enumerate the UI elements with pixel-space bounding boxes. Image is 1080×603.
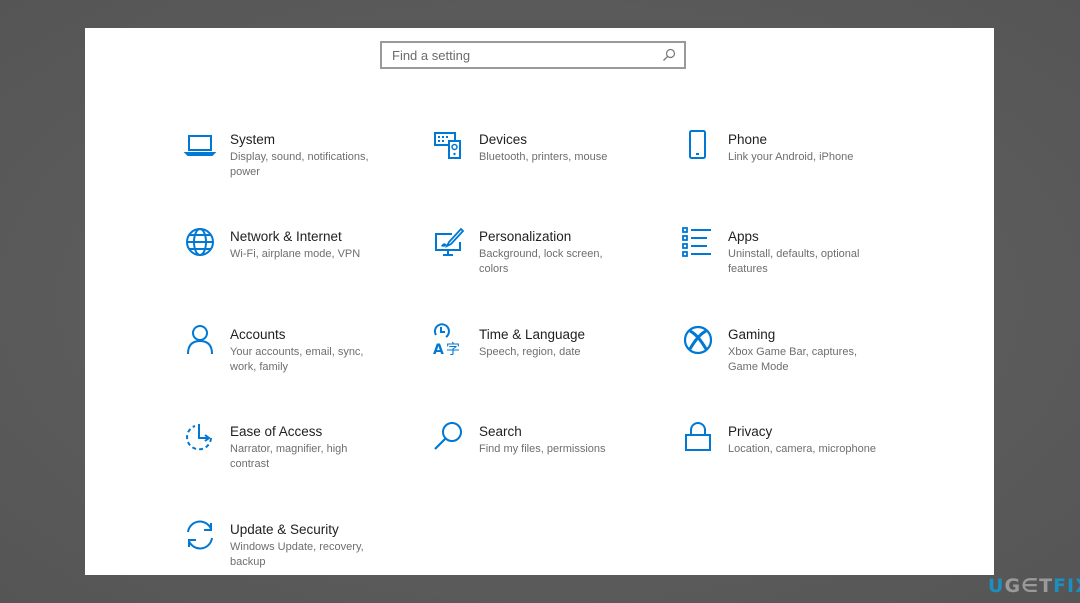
xbox-icon: [681, 323, 715, 357]
tile-description: Background, lock screen, colors: [479, 248, 603, 275]
watermark-part: ∈: [1021, 575, 1040, 597]
watermark-part: U: [988, 575, 1005, 597]
tile-apps[interactable]: Apps Uninstall, defaults, optional featur…: [681, 225, 911, 298]
tile-gaming[interactable]: Gaming Xbox Game Bar, captures, Game Mode: [681, 323, 911, 396]
watermark-part: T: [1039, 575, 1054, 597]
tile-title: Accounts: [230, 327, 286, 342]
tile-description: Find my files, permissions: [479, 443, 606, 455]
search-box[interactable]: [380, 41, 686, 69]
search-icon[interactable]: [662, 48, 676, 62]
watermark-part: G: [1004, 575, 1022, 597]
tile-privacy[interactable]: Privacy Location, camera, microphone: [681, 420, 911, 493]
tile-title: System: [230, 132, 276, 147]
tile-personalization[interactable]: Personalization Background, lock screen, …: [432, 225, 662, 298]
search-input[interactable]: [392, 47, 662, 63]
apps-list-icon: [681, 225, 715, 259]
lock-icon: [681, 420, 715, 454]
tile-title: Devices: [479, 132, 528, 147]
tile-title: Search: [479, 424, 522, 439]
ugetfix-watermark: UG∈TFIX: [988, 575, 1080, 597]
globe-icon: [183, 225, 217, 259]
phone-icon: [681, 128, 715, 162]
tile-title: Time & Language: [479, 327, 586, 342]
person-icon: [183, 323, 217, 357]
tile-update-security[interactable]: Update & Security Windows Update, recover…: [183, 518, 413, 575]
tile-description: Uninstall, defaults, optional features: [728, 248, 860, 275]
tile-description: Wi-Fi, airplane mode, VPN: [230, 248, 361, 260]
tile-time-language[interactable]: A字 Time & Language Speech, region, date: [432, 323, 662, 396]
tile-ease-of-access[interactable]: Ease of Access Narrator, magnifier, high …: [183, 423, 413, 493]
devices-icon: [432, 128, 466, 162]
tile-system[interactable]: System Display, sound, notifications, pow…: [183, 131, 413, 201]
tile-title: Phone: [728, 132, 768, 147]
tile-description: Your accounts, email, sync, work, family: [230, 346, 364, 373]
tile-phone[interactable]: Phone Link your Android, iPhone: [681, 128, 911, 201]
time-language-icon: A字: [432, 323, 466, 358]
svg-text:A: A: [433, 342, 444, 357]
tile-description: Speech, region, date: [479, 346, 581, 358]
settings-window: System Display, sound, notifications, pow…: [85, 28, 994, 575]
tile-description: Bluetooth, printers, mouse: [479, 151, 608, 163]
svg-text:字: 字: [446, 342, 460, 357]
paintbrush-icon: [432, 225, 466, 259]
tile-devices[interactable]: Devices Bluetooth, printers, mouse: [432, 131, 662, 201]
tile-description: Xbox Game Bar, captures, Game Mode: [728, 346, 858, 373]
sync-icon: [183, 518, 217, 552]
magnifier-icon: [432, 420, 466, 454]
tile-search[interactable]: Search Find my files, permissions: [432, 420, 662, 493]
tile-description: Display, sound, notifications, power: [230, 151, 369, 178]
tile-description: Link your Android, iPhone: [728, 151, 854, 163]
tile-title: Network & Internet: [230, 229, 342, 244]
tile-title: Ease of Access: [230, 424, 323, 439]
tile-accounts[interactable]: Accounts Your accounts, email, sync, work…: [183, 323, 413, 396]
laptop-icon: [183, 128, 217, 162]
tile-description: Location, camera, microphone: [728, 443, 876, 455]
tile-title: Privacy: [728, 424, 773, 439]
tile-title: Personalization: [479, 229, 572, 244]
tile-title: Apps: [728, 229, 759, 244]
tile-description: Narrator, magnifier, high contrast: [230, 443, 348, 470]
tile-network-internet[interactable]: Network & Internet Wi-Fi, airplane mode, …: [183, 228, 413, 298]
tile-title: Update & Security: [230, 522, 339, 537]
watermark-part: FIX: [1053, 575, 1080, 597]
tile-description: Windows Update, recovery, backup: [230, 541, 364, 568]
ease-of-access-icon: [183, 420, 217, 454]
tile-title: Gaming: [728, 327, 776, 342]
